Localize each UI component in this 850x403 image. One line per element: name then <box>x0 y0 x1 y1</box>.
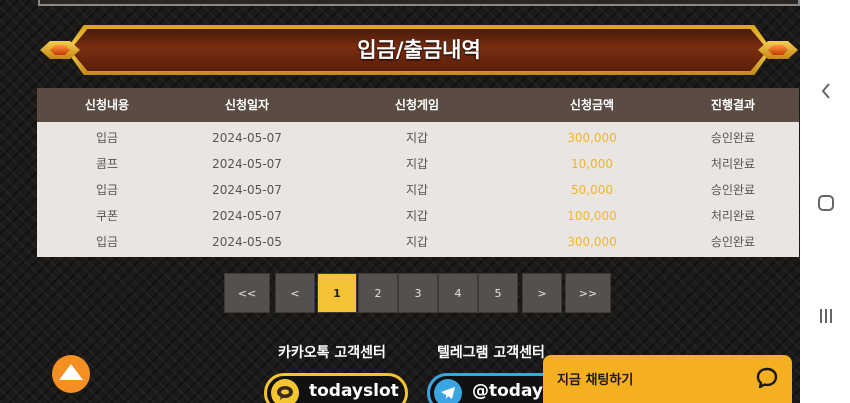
telegram-support-label: 텔레그램 고객센터 <box>437 345 545 361</box>
page-next-button[interactable]: > <box>522 273 562 313</box>
kakao-support-button[interactable]: todayslot <box>264 373 408 403</box>
page-button-2[interactable]: 2 <box>358 273 398 313</box>
table-header: 신청내용 신청일자 신청게임 신청금액 진행결과 <box>37 88 799 122</box>
app-viewport: 입금/출금내역 신청내용 신청일자 신청게임 신청금액 진행결과 입금 2024… <box>0 0 800 403</box>
cell-date: 2024-05-07 <box>212 183 282 197</box>
page-button-1[interactable]: 1 <box>317 273 357 313</box>
table-row: 쿠폰 2024-05-07 지갑 100,000 처리완료 <box>37 203 799 229</box>
cell-result: 처리완료 <box>710 157 756 171</box>
android-nav-bar <box>800 0 850 403</box>
recents-icon[interactable] <box>815 305 837 327</box>
cell-result: 승인완료 <box>710 131 756 145</box>
page-button-3[interactable]: 3 <box>398 273 438 313</box>
title-banner: 입금/출금내역 <box>40 23 798 79</box>
home-icon[interactable] <box>815 192 837 214</box>
cell-amount: 50,000 <box>571 183 613 197</box>
table-row: 입금 2024-05-07 지갑 50,000 승인완료 <box>37 177 799 203</box>
cell-date: 2024-05-07 <box>212 209 282 223</box>
cell-game: 지갑 <box>405 209 429 223</box>
live-chat-button[interactable]: 지금 채팅하기 <box>543 355 792 403</box>
table-row: 입금 2024-05-05 지갑 300,000 승인완료 <box>37 229 799 255</box>
cell-game: 지갑 <box>405 235 429 249</box>
cell-result: 승인완료 <box>710 183 756 197</box>
cell-amount: 100,000 <box>567 209 617 223</box>
kakao-support-label: 카카오톡 고객센터 <box>278 345 386 361</box>
cell-result: 처리완료 <box>710 209 756 223</box>
top-panel-edge <box>38 0 800 6</box>
page-prev-button[interactable]: < <box>275 273 315 313</box>
column-header-type: 신청내용 <box>84 98 130 112</box>
table-body: 입금 2024-05-07 지갑 300,000 승인완료 콤프 2024-05… <box>37 122 799 257</box>
chat-bubble-icon <box>756 367 778 393</box>
page-button-4[interactable]: 4 <box>438 273 478 313</box>
cell-amount: 10,000 <box>571 157 613 171</box>
column-header-date: 신청일자 <box>224 98 270 112</box>
cell-game: 지갑 <box>405 131 429 145</box>
table-row: 입금 2024-05-07 지갑 300,000 승인완료 <box>37 125 799 151</box>
arrow-up-icon[interactable] <box>52 355 90 393</box>
cell-game: 지갑 <box>405 183 429 197</box>
cell-game: 지갑 <box>405 157 429 171</box>
column-header-amount: 신청금액 <box>569 98 615 112</box>
page-first-button[interactable]: << <box>224 273 270 313</box>
page-last-button[interactable]: >> <box>565 273 611 313</box>
column-header-result: 진행결과 <box>710 98 756 112</box>
transaction-table: 신청내용 신청일자 신청게임 신청금액 진행결과 입금 2024-05-07 지… <box>37 88 799 257</box>
column-header-game: 신청게임 <box>394 98 440 112</box>
cell-type: 입금 <box>95 183 119 197</box>
cell-amount: 300,000 <box>567 235 617 249</box>
chat-label: 지금 채팅하기 <box>557 373 634 388</box>
cell-result: 승인완료 <box>710 235 756 249</box>
cell-date: 2024-05-07 <box>212 131 282 145</box>
cell-type: 콤프 <box>95 157 119 171</box>
table-row: 콤프 2024-05-07 지갑 10,000 처리완료 <box>37 151 799 177</box>
cell-date: 2024-05-07 <box>212 157 282 171</box>
telegram-icon <box>434 379 462 403</box>
kakao-chat-icon <box>271 379 299 403</box>
cell-type: 쿠폰 <box>95 209 119 223</box>
cell-amount: 300,000 <box>567 131 617 145</box>
kakao-id: todayslot <box>309 381 399 401</box>
page-button-5[interactable]: 5 <box>478 273 518 313</box>
cell-type: 입금 <box>95 235 119 249</box>
cell-date: 2024-05-05 <box>212 235 282 249</box>
page-title: 입금/출금내역 <box>357 38 481 62</box>
cell-type: 입금 <box>95 131 119 145</box>
back-icon[interactable] <box>815 80 837 102</box>
